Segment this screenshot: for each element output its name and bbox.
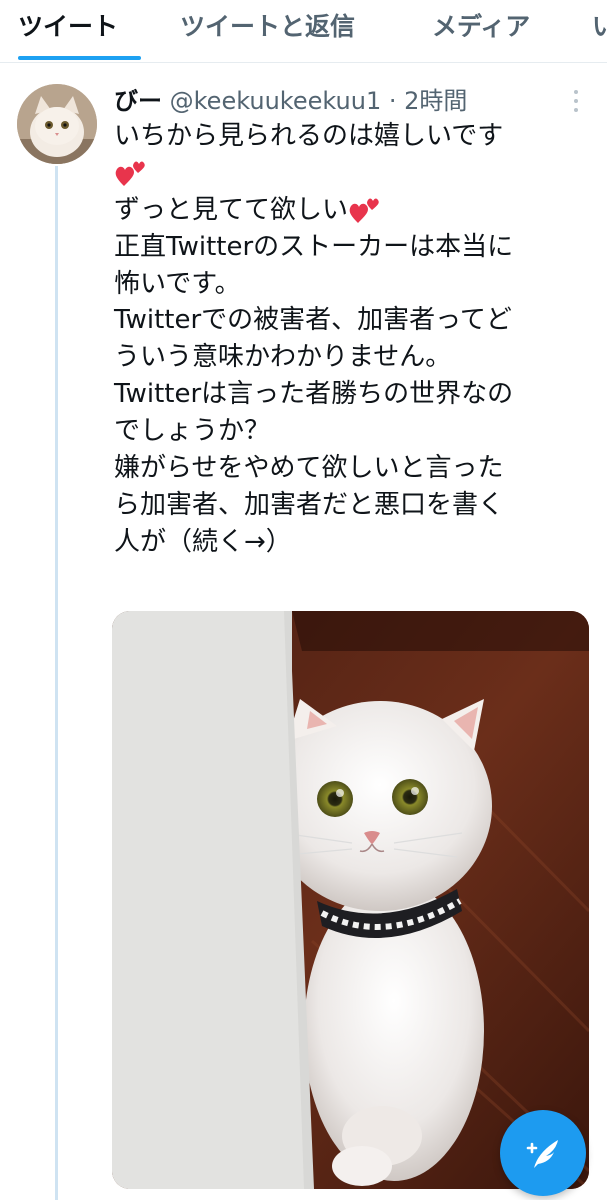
- tweet-line-emoji: [114, 155, 594, 192]
- tweet-line: ら加害者、加害者だと悪口を書く: [114, 489, 505, 520]
- tweet-line: 嫌がらせをやめて欲しいと言った: [114, 453, 504, 484]
- cat-avatar-image: [17, 84, 97, 164]
- two-hearts-icon: [115, 161, 145, 187]
- tweet-text: いちから見られるのは嬉しいです ずっと見てて欲しい 正直Twitterのストーカ…: [114, 118, 594, 561]
- two-hearts-icon: [349, 198, 379, 224]
- tab-likes[interactable]: い: [592, 0, 607, 62]
- active-tab-indicator: [18, 56, 141, 60]
- tweet-media-image[interactable]: [112, 611, 589, 1189]
- compose-tweet-button[interactable]: [500, 1110, 586, 1196]
- tweet-header: びー @keekuukeekuu1 · 2時間: [114, 84, 467, 118]
- tweet-line: 怖いです。: [114, 268, 241, 299]
- tweet-line: Twitterでの被害者、加害者ってど: [114, 305, 512, 336]
- tweet-line: ういう意味かわかりません。: [114, 342, 452, 373]
- profile-tabs: ツイート ツイートと返信 メディア い: [0, 0, 607, 63]
- tweet-line: 人が（続く→）: [114, 526, 292, 557]
- tab-tweets[interactable]: ツイート: [18, 0, 118, 62]
- tab-media[interactable]: メディア: [432, 0, 530, 62]
- cat-photo: [112, 611, 589, 1189]
- feather-plus-icon: [526, 1140, 558, 1168]
- tweet-line-text: ずっと見てて欲しい: [114, 194, 349, 225]
- tweet-line: ずっと見てて欲しい: [114, 192, 594, 229]
- more-options-icon[interactable]: [571, 90, 581, 114]
- thread-line: [55, 166, 58, 1200]
- tweet-line: 正直Twitterのストーカーは本当に: [114, 231, 514, 262]
- tweet-line: いちから見られるのは嬉しいです: [114, 121, 504, 151]
- tweet-line: でしょうか？: [114, 416, 271, 447]
- tweet-line: Twitterは言った者勝ちの世界なの: [114, 379, 514, 410]
- user-handle[interactable]: @keekuukeekuu1: [170, 87, 382, 115]
- display-name[interactable]: びー: [114, 87, 162, 115]
- tab-tweets-and-replies[interactable]: ツイートと返信: [180, 0, 355, 62]
- avatar[interactable]: [17, 84, 97, 164]
- tweet-timestamp[interactable]: 2時間: [404, 87, 467, 115]
- separator-dot: ·: [388, 87, 397, 115]
